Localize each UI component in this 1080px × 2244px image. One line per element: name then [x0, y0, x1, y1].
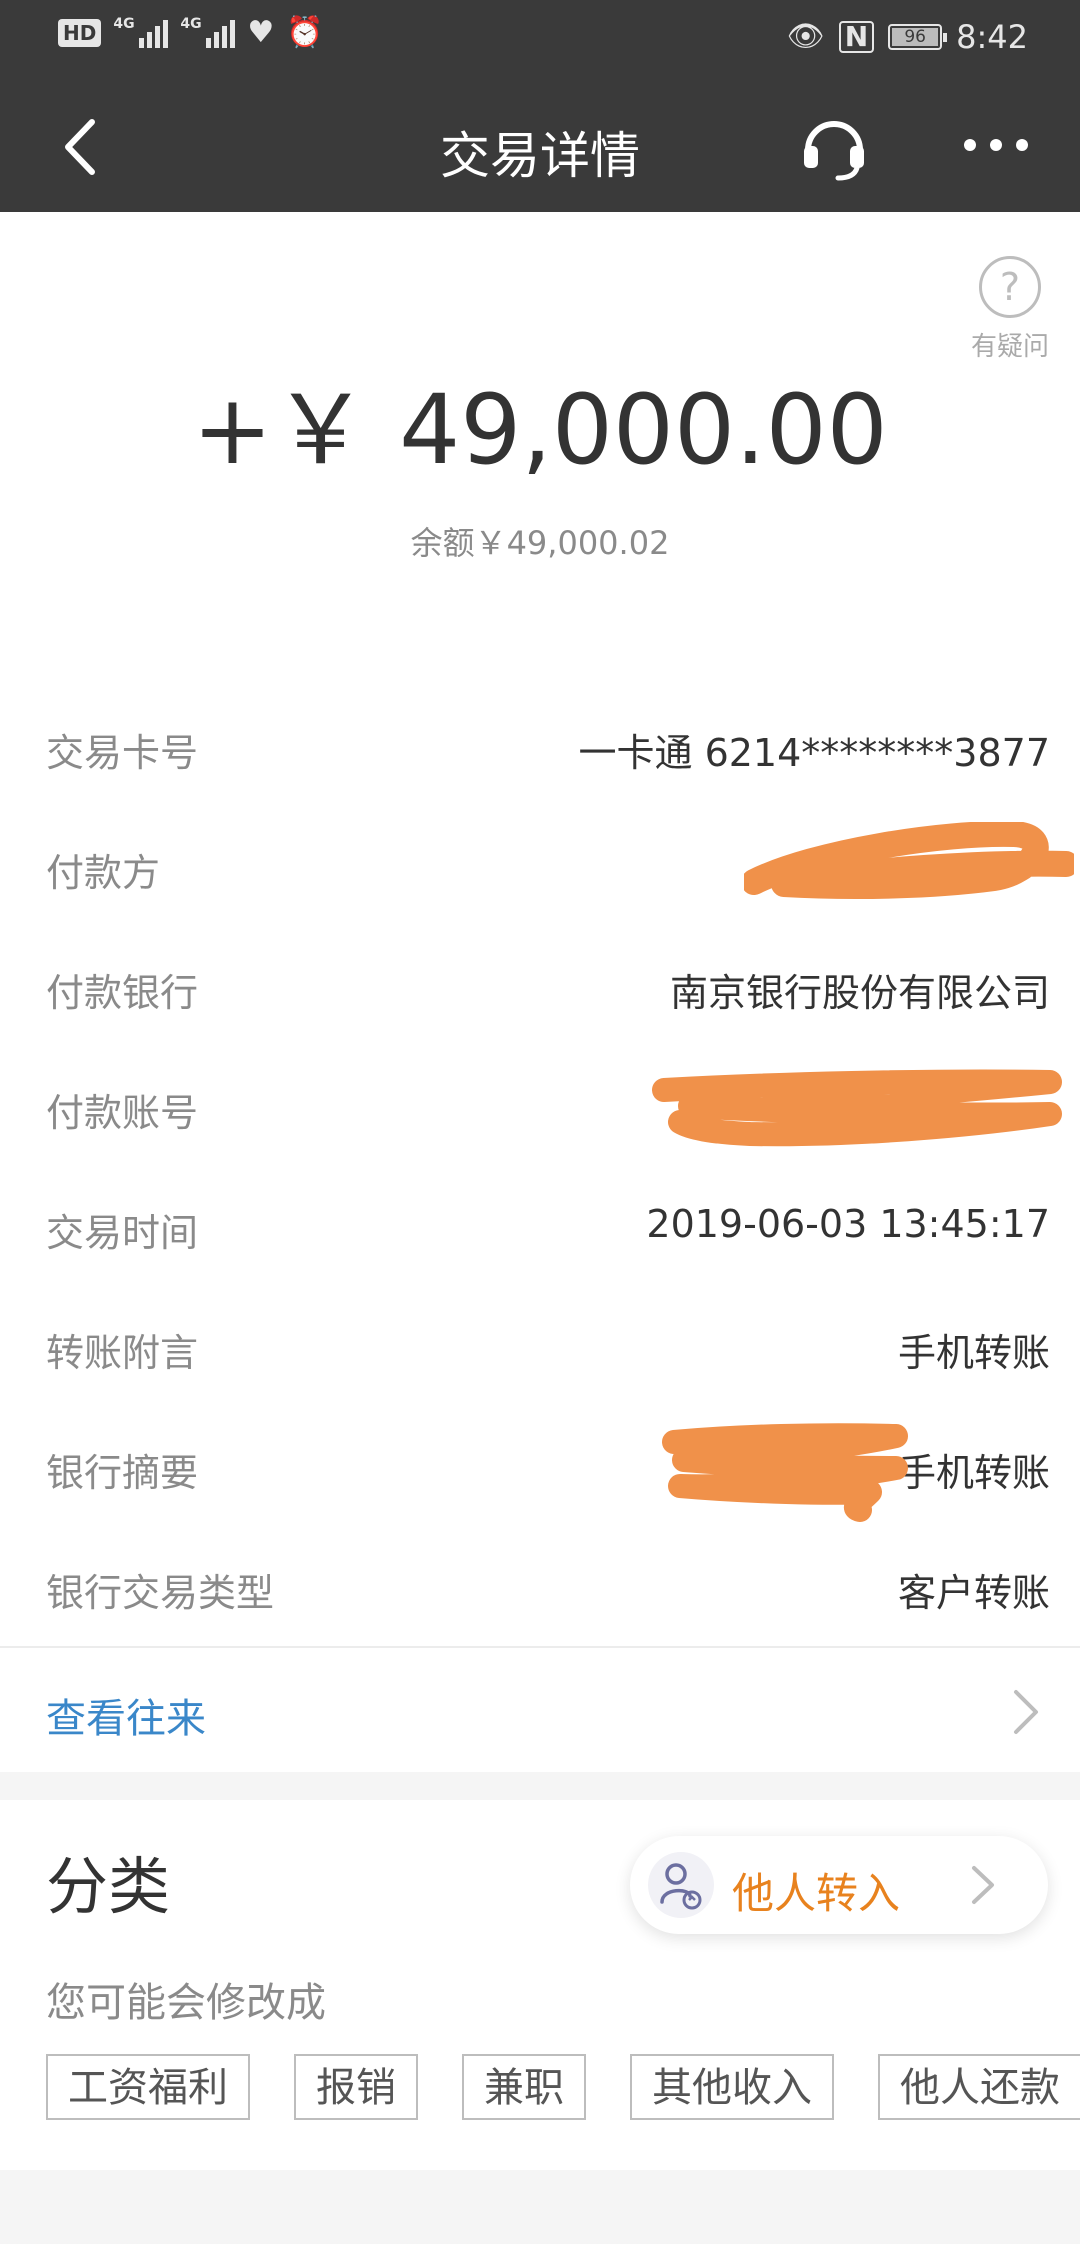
- category-section: 分类 他人转入 您可能会修改成 工资福利 报销 兼职 其他收入 他人还款: [0, 1800, 1080, 2170]
- view-history-label: 查看往来: [46, 1696, 206, 1742]
- current-category-label: 他人转入: [732, 1869, 901, 1918]
- detail-value: 手机转账: [897, 1331, 1050, 1375]
- redaction-scribble: [744, 822, 1074, 899]
- detail-row-transaction-type: 银行交易类型 客户转账: [0, 1522, 1080, 1642]
- detail-label: 银行摘要: [46, 1451, 199, 1495]
- battery-icon: 96: [888, 24, 948, 50]
- redaction-scribble: [652, 1069, 1062, 1147]
- detail-label: 付款银行: [46, 971, 199, 1015]
- detail-label: 交易时间: [46, 1211, 199, 1255]
- hd-icon: HD: [58, 19, 102, 47]
- detail-label: 转账附言: [46, 1331, 199, 1375]
- category-chip[interactable]: 兼职: [462, 2054, 586, 2120]
- signal-icon: 4G: [180, 16, 236, 48]
- customer-service-button[interactable]: [798, 110, 870, 182]
- detail-value: 南京银行股份有限公司: [669, 971, 1050, 1015]
- more-button[interactable]: [960, 130, 1032, 160]
- detail-value: 手机转账: [897, 1451, 1050, 1495]
- category-chip[interactable]: 工资福利: [46, 2054, 250, 2120]
- health-heart-icon: ♥: [247, 15, 275, 50]
- alarm-icon: ⏰: [286, 15, 324, 50]
- headset-icon: [804, 121, 864, 181]
- status-bar: HD 4G 4G ♥ ⏰ 👁 N 96 8:42: [0, 0, 1080, 80]
- detail-row-payer: 付款方: [0, 802, 1080, 922]
- chevron-right-icon: [972, 1866, 994, 1904]
- transaction-detail-card: ? 有疑问 +￥ 49,000.00 余额￥49,000.02 交易卡号 一卡通…: [0, 212, 1080, 1772]
- detail-row-payer-account: 付款账号: [0, 1042, 1080, 1162]
- help-button[interactable]: ? 有疑问: [960, 256, 1060, 363]
- detail-value: 一卡通 6214********3877: [578, 731, 1051, 775]
- category-chip[interactable]: 其他收入: [630, 2054, 834, 2120]
- nav-bar: 交易详情: [0, 80, 1080, 212]
- detail-label: 交易卡号: [46, 731, 199, 775]
- person-transfer-icon: [648, 1852, 714, 1918]
- detail-label: 银行交易类型: [46, 1571, 275, 1615]
- category-hint: 您可能会修改成: [46, 1980, 326, 2026]
- view-history-link[interactable]: 查看往来: [0, 1648, 1080, 1772]
- detail-value: 2019-06-03 13:45:17: [646, 1202, 1050, 1246]
- redaction-scribble: [662, 1423, 908, 1522]
- detail-value: 客户转账: [897, 1571, 1050, 1615]
- category-selector[interactable]: 他人转入: [630, 1836, 1048, 1934]
- detail-row-payer-bank: 付款银行 南京银行股份有限公司: [0, 922, 1080, 1042]
- chevron-right-icon: [1014, 1690, 1038, 1734]
- detail-label: 付款方: [46, 851, 161, 895]
- detail-row-bank-summary: 银行摘要 手机转账: [0, 1402, 1080, 1522]
- clock: 8:42: [956, 18, 1028, 56]
- eye-comfort-icon: 👁: [786, 19, 825, 54]
- category-chip[interactable]: 报销: [294, 2054, 418, 2120]
- page-title: 交易详情: [440, 127, 640, 185]
- detail-row-time: 交易时间 2019-06-03 13:45:17: [0, 1162, 1080, 1282]
- signal-icon: 4G: [113, 16, 169, 48]
- category-title: 分类: [46, 1850, 171, 1923]
- question-icon: ?: [979, 256, 1041, 318]
- category-chip[interactable]: 他人还款: [878, 2054, 1080, 2120]
- more-dots-icon: [964, 139, 1028, 151]
- detail-row-card-number: 交易卡号 一卡通 6214********3877: [0, 682, 1080, 802]
- transaction-amount: +￥ 49,000.00: [192, 374, 888, 486]
- category-options: 工资福利 报销 兼职 其他收入 他人还款: [46, 2054, 1080, 2120]
- detail-label: 付款账号: [46, 1091, 199, 1135]
- account-balance: 余额￥49,000.02: [410, 524, 670, 562]
- nfc-icon: N: [838, 21, 875, 53]
- detail-row-remark: 转账附言 手机转账: [0, 1282, 1080, 1402]
